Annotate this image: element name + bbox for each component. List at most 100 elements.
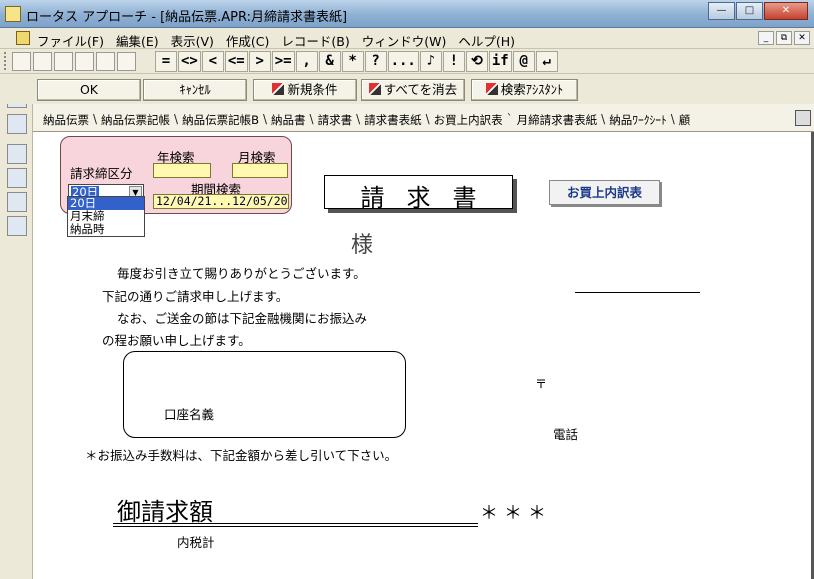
tax-included-label: 内税計: [177, 535, 215, 550]
op-less-equal-button[interactable]: <=: [224, 51, 248, 72]
menu-create[interactable]: 作成(C): [226, 31, 269, 50]
recipient-underline: [575, 292, 700, 293]
tab-denpyo-kicho[interactable]: 納品伝票記帳: [101, 112, 170, 128]
greeting-line-4: の程お願い申し上げます。: [102, 333, 251, 348]
menu-edit[interactable]: 編集(E): [116, 31, 159, 50]
find-icon: [272, 83, 285, 95]
op-enter-button[interactable]: ↵: [535, 51, 558, 72]
ok-button[interactable]: OK: [37, 79, 141, 101]
account-name-label: 口座名義: [164, 407, 215, 422]
form-canvas: 年検索 月検索 請求締区分 期間検索 12/04/21...12/05/20 2…: [33, 132, 814, 579]
tab-separator: \: [262, 112, 268, 126]
op-greater-equal-button[interactable]: >=: [271, 51, 295, 72]
tab-nohin-denpyo[interactable]: 納品伝票: [43, 112, 89, 128]
window-title: ロータス アプローチ - [納品伝票.APR:月締請求書表紙]: [26, 10, 348, 25]
closing-type-label: 請求締区分: [70, 166, 133, 181]
invoice-heading-text: 請求書: [360, 184, 499, 212]
clear-icon: [368, 83, 381, 95]
clear-all-label: すべてを消去: [383, 82, 458, 97]
table-icon[interactable]: [7, 216, 27, 236]
menu-window[interactable]: ウィンドウ(W): [362, 31, 447, 50]
view-tabs: 納品伝票 \ 納品伝票記帳 \ 納品伝票記帳B \ 納品書 \ 請求書 \ 請求書表紙 \ …: [33, 104, 814, 132]
op-wildcard-button[interactable]: *: [341, 51, 364, 72]
tab-seikyusho[interactable]: 請求書: [318, 112, 353, 128]
op-not-equal-button[interactable]: <>: [178, 51, 201, 72]
design-icon[interactable]: [7, 114, 27, 134]
op-at-button[interactable]: @: [512, 51, 535, 72]
find-assistant-label: 検索ｱｼｽﾀﾝﾄ: [500, 82, 564, 97]
year-search-field[interactable]: [153, 163, 211, 178]
menu-bar: ファイル(F) 編集(E) 表示(V) 作成(C) レコード(B) ウィンドウ(…: [0, 28, 814, 49]
menu-help[interactable]: ヘルプ(H): [458, 31, 515, 50]
tab-scroll-button[interactable]: [795, 110, 811, 126]
sounds-like-icon[interactable]: ♪: [419, 51, 442, 72]
assistant-icon: [485, 83, 498, 95]
tab-seikyusho-hyoshi[interactable]: 請求書表紙: [364, 112, 422, 128]
print-icon[interactable]: [75, 52, 94, 71]
greeting-line-3: なお、ご送金の節は下記金融機関にお振込み: [117, 311, 368, 326]
tab-separator: `: [506, 112, 513, 126]
tab-okaiage-uchiwake[interactable]: お買上内訳表: [434, 112, 503, 128]
tab-separator: \: [356, 112, 361, 126]
menu-record[interactable]: レコード(B): [281, 31, 349, 50]
greeting-line-2: 下記の通りご請求申し上げます。: [102, 289, 289, 304]
total-underline-double: [113, 526, 478, 527]
tab-separator: \: [601, 112, 606, 126]
minimize-button[interactable]: —: [708, 2, 735, 20]
op-greater-button[interactable]: >: [248, 51, 271, 72]
op-single-char-button[interactable]: ?: [364, 51, 387, 72]
folder-icon[interactable]: [54, 52, 73, 71]
month-search-field[interactable]: [232, 163, 288, 178]
menu-view[interactable]: 表示(V): [171, 31, 214, 50]
new-condition-label: 新規条件: [287, 82, 338, 97]
tab-separator: \: [309, 112, 314, 126]
op-if-button[interactable]: if: [488, 51, 512, 72]
op-duplicate-button[interactable]: !: [442, 51, 465, 72]
op-and-button[interactable]: &: [318, 51, 341, 72]
tab-nohin-worksheet[interactable]: 納品ﾜｰｸｼｰﾄ: [609, 112, 667, 128]
transfer-fee-note: ＊お振込み手数料は、下記金額から差し引いて下さい。: [85, 448, 398, 463]
records-icon[interactable]: [7, 192, 27, 212]
phone-label: 電話: [553, 427, 579, 442]
op-or-button[interactable]: ,: [295, 51, 318, 72]
total-underline: [113, 523, 478, 524]
op-less-button[interactable]: <: [201, 51, 224, 72]
op-range-button[interactable]: ...: [387, 51, 419, 72]
toolbar-grip[interactable]: [4, 52, 10, 70]
period-search-field[interactable]: 12/04/21...12/05/20: [153, 194, 289, 209]
formula-icon[interactable]: ⟲: [465, 51, 488, 72]
tab-separator: \: [93, 112, 98, 126]
find-button-row: OK ｷｬﾝｾﾙ 新規条件 すべてを消去 検索ｱｼｽﾀﾝﾄ: [0, 74, 814, 104]
find-assistant-button[interactable]: 検索ｱｼｽﾀﾝﾄ: [471, 79, 578, 101]
close-button[interactable]: ✕: [764, 2, 808, 20]
option-on-delivery[interactable]: 納品時: [68, 223, 144, 236]
op-equal-button[interactable]: =: [155, 51, 177, 72]
help-icon[interactable]: [7, 168, 27, 188]
tab-tsukijime-hyoshi[interactable]: 月締請求書表紙: [517, 112, 598, 128]
tab-separator: \: [174, 112, 179, 126]
mdi-minimize-button[interactable]: _: [758, 31, 774, 45]
mdi-close-button[interactable]: ✕: [794, 31, 810, 45]
home-icon[interactable]: [7, 144, 27, 164]
preview-icon[interactable]: [96, 52, 115, 71]
purchase-breakdown-button[interactable]: お買上内訳表: [549, 180, 660, 205]
new-file-icon[interactable]: [12, 52, 31, 71]
layout-icon[interactable]: [117, 52, 136, 71]
tab-separator: \: [670, 112, 675, 126]
title-bar: ロータス アプローチ - [納品伝票.APR:月締請求書表紙] — □ ✕: [0, 0, 814, 28]
maximize-button[interactable]: □: [736, 2, 763, 20]
total-amount-label: 御請求額: [117, 498, 213, 526]
menu-file[interactable]: ファイル(F): [37, 31, 104, 50]
tab-separator: \: [425, 112, 430, 126]
mdi-restore-button[interactable]: ⧉: [776, 31, 792, 45]
new-condition-button[interactable]: 新規条件: [253, 79, 357, 101]
tab-customer[interactable]: 顧: [679, 112, 691, 128]
app-icon[interactable]: [5, 6, 21, 22]
clear-all-button[interactable]: すべてを消去: [361, 79, 465, 101]
closing-type-dropdown: 20日 月末締 納品時: [67, 196, 145, 237]
document-icon[interactable]: [16, 31, 30, 45]
tab-nohinsho[interactable]: 納品書: [271, 112, 306, 128]
open-file-icon[interactable]: [33, 52, 52, 71]
cancel-button[interactable]: ｷｬﾝｾﾙ: [143, 79, 247, 101]
tab-denpyo-kicho-b[interactable]: 納品伝票記帳B: [182, 112, 259, 128]
